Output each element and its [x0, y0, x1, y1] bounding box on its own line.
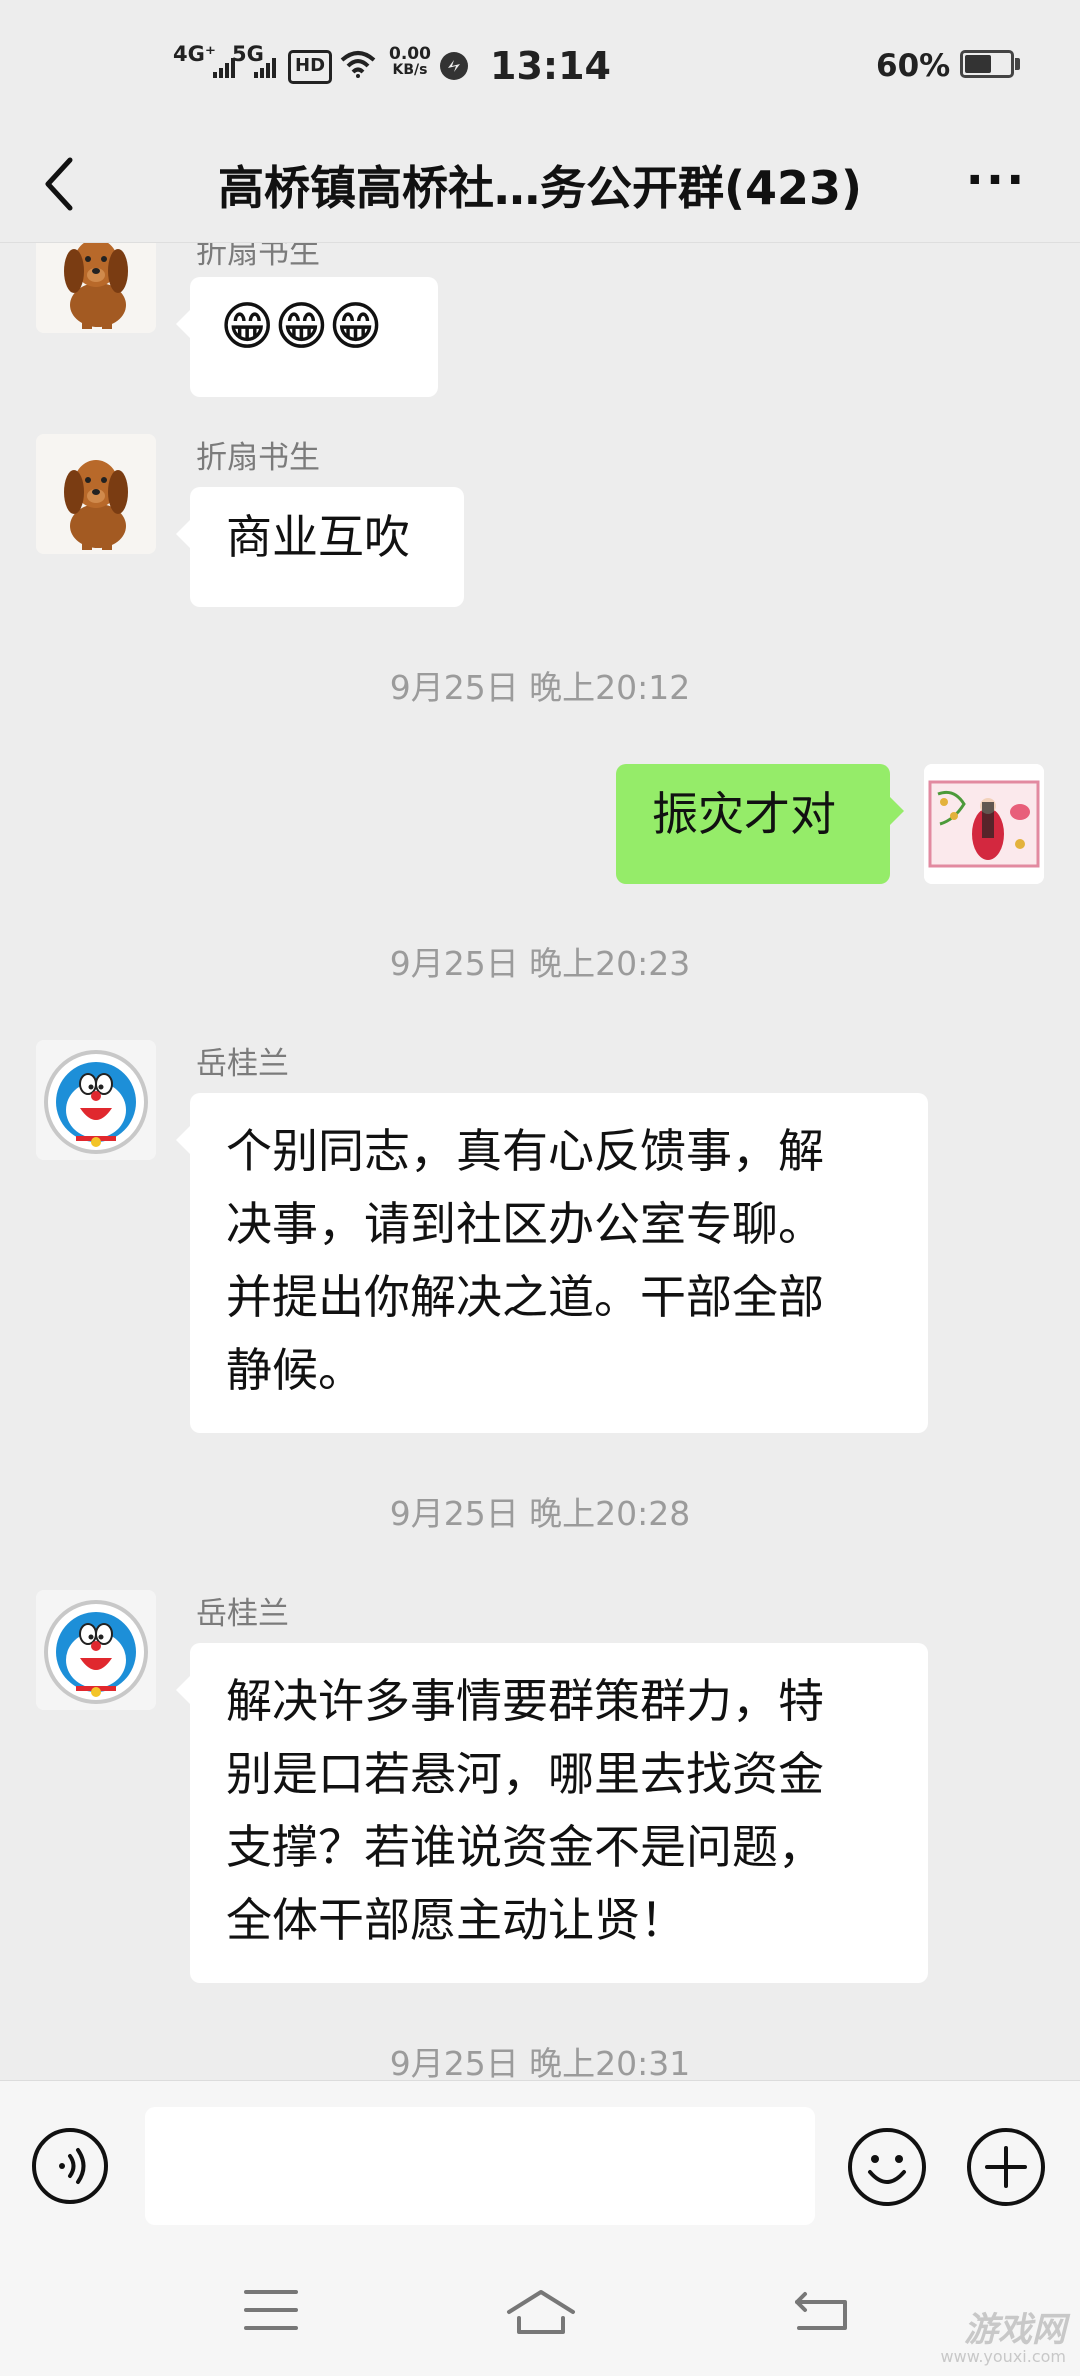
signal-icon [254, 58, 276, 78]
system-navigation-bar: 游戏网 www.youxi.com [0, 2250, 1080, 2376]
sender-name: 折扇书生 [196, 440, 320, 476]
message-list[interactable]: 折扇书生 😁😁😁 折扇书生 商业互吹 9月25日 晚上20:12 振灾才对 9月… [0, 243, 1080, 2080]
clock: 13:14 [490, 44, 611, 88]
network-speed: 0.00 KB/s [389, 44, 431, 78]
menu-icon[interactable] [244, 2288, 298, 2332]
message-bubble[interactable]: 个别同志，真有心反馈事，解 决事，请到社区办公室专聊。 并提出你解决之道。干部全… [176, 1093, 928, 1433]
chat-title: 高桥镇高桥社…务公开群(423) [217, 161, 863, 215]
network-4g-label: 4G⁺ [173, 42, 216, 66]
message-line: 全体干部愿主动让贤！ [226, 1893, 686, 1947]
watermark: 游戏网 www.youxi.com [940, 2309, 1066, 2366]
hd-badge: HD [288, 50, 333, 84]
message-bubble[interactable]: 😁😁😁 [176, 277, 438, 397]
message-line: 静候。 [226, 1343, 364, 1397]
message-line: 解决许多事情要群策群力，特 [226, 1674, 824, 1728]
sender-name: 岳桂兰 [196, 1046, 289, 1082]
data-saver-icon [440, 52, 468, 80]
emoji-icon[interactable] [846, 2126, 928, 2208]
sender-name: 折扇书生 [196, 243, 320, 271]
chat-header: 高桥镇高桥社…务公开群(423) ··· [0, 130, 1080, 243]
back-icon[interactable] [795, 2288, 851, 2332]
message-line: 个别同志，真有心反馈事，解 [226, 1124, 824, 1178]
doraemon-avatar[interactable] [36, 1040, 156, 1160]
my-message-bubble[interactable]: 振灾才对 [616, 764, 904, 884]
timestamp: 9月25日 晚上20:12 [389, 668, 691, 707]
message-line: 决事，请到社区办公室专聊。 [226, 1197, 824, 1251]
plus-icon[interactable] [965, 2126, 1047, 2208]
more-dots-icon[interactable]: ··· [960, 156, 1032, 212]
status-bar: 4G⁺ 5G HD 0.00 KB/s 13:14 60% [0, 0, 1080, 130]
wedding-picture-avatar[interactable] [924, 764, 1044, 884]
puppy-avatar[interactable] [36, 434, 156, 554]
input-bar [0, 2080, 1080, 2251]
message-input[interactable] [145, 2107, 815, 2225]
sender-name: 岳桂兰 [196, 1596, 289, 1632]
message-line: 别是口若悬河，哪里去找资金 [226, 1747, 824, 1801]
battery-tip [1015, 58, 1020, 70]
timestamp: 9月25日 晚上20:31 [389, 2044, 691, 2080]
home-icon[interactable] [505, 2288, 577, 2336]
puppy-avatar[interactable] [36, 243, 156, 333]
message-bubble[interactable]: 解决许多事情要群策群力，特 别是口若悬河，哪里去找资金 支撑？若谁说资金不是问题… [176, 1643, 928, 1983]
wifi-icon [340, 51, 376, 78]
message-line: 支撑？若谁说资金不是问题， [226, 1820, 824, 1874]
battery-icon [960, 50, 1014, 78]
timestamp: 9月25日 晚上20:23 [389, 944, 691, 983]
message-line: 并提出你解决之道。干部全部 [226, 1270, 824, 1324]
timestamp: 9月25日 晚上20:28 [389, 1494, 691, 1533]
doraemon-avatar[interactable] [36, 1590, 156, 1710]
voice-icon[interactable] [30, 2126, 110, 2206]
battery-percent: 60% [876, 48, 951, 84]
message-bubble[interactable]: 商业互吹 [176, 487, 464, 607]
